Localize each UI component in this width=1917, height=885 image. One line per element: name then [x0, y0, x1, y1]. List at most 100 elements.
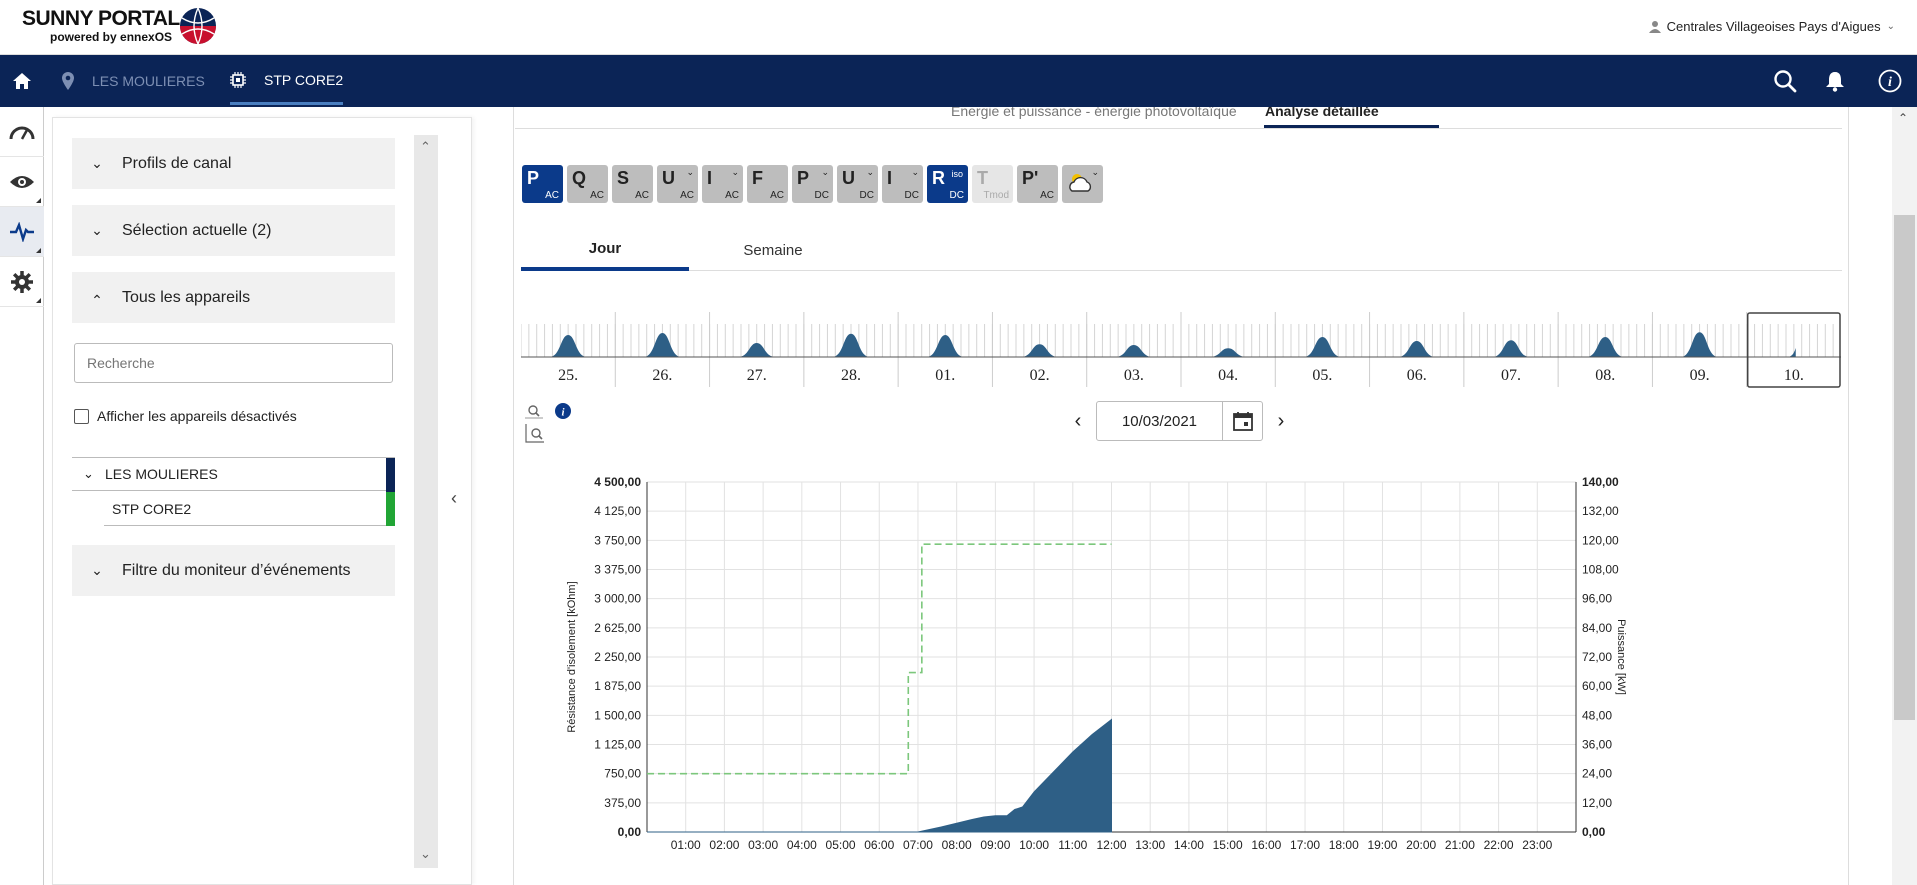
y-left-tick-label: 1 875,00	[594, 679, 641, 693]
nav-home[interactable]	[12, 55, 32, 107]
channel-button[interactable]: P DC ⌄	[792, 165, 833, 203]
calendar-button[interactable]	[1222, 402, 1262, 440]
submenu-corner-icon	[36, 298, 41, 303]
chevron-down-icon[interactable]: ⌄	[72, 466, 105, 482]
checkbox-label: Afficher les appareils désactivés	[97, 408, 297, 424]
main-chart[interactable]: 0,00 0,00 375,00 12,00 750,00 24,00 1 125,00 36…	[535, 462, 1835, 882]
info-icon[interactable]: i	[555, 403, 571, 419]
overview-day-label[interactable]: 04.	[1218, 367, 1238, 384]
overview-day-label[interactable]: 03.	[1124, 367, 1144, 384]
overview-day-label[interactable]: 05.	[1312, 367, 1332, 384]
zoom-icon[interactable]	[525, 405, 543, 419]
channel-button[interactable]: R DC iso	[927, 165, 968, 203]
channel-button[interactable]: P' AC	[1017, 165, 1058, 203]
channel-button[interactable]: T Tmod	[972, 165, 1013, 203]
accordion-event-filter[interactable]: ⌄ Filtre du moniteur d’événements	[72, 545, 395, 596]
scrollbar-thumb[interactable]	[1894, 215, 1915, 720]
checkbox-box[interactable]	[74, 408, 89, 424]
overview-day-label[interactable]: 26.	[652, 367, 672, 384]
channel-sublabel: AC	[545, 190, 559, 201]
next-day-button[interactable]: ›	[1273, 410, 1289, 433]
y-left-tick-label: 750,00	[604, 767, 641, 781]
tree-item-device[interactable]: STP CORE2	[104, 492, 395, 526]
x-tick-label: 05:00	[826, 838, 856, 852]
submenu-corner-icon	[36, 198, 41, 203]
rail-dashboard[interactable]	[0, 107, 44, 157]
overview-day-label[interactable]: 27.	[747, 367, 767, 384]
x-tick-label: 07:00	[903, 838, 933, 852]
channel-button[interactable]: F AC	[747, 165, 788, 203]
channel-button[interactable]: I AC ⌄	[702, 165, 743, 203]
chevron-up-icon[interactable]: ⌃	[420, 139, 431, 155]
overview-day-label[interactable]: 07.	[1501, 367, 1521, 384]
overview-day-label[interactable]: 28.	[841, 367, 861, 384]
nav-plant-label: LES MOULIERES	[92, 73, 205, 89]
tab-week[interactable]: Semaine	[689, 229, 857, 271]
chevron-down-icon[interactable]: ⌄	[420, 846, 431, 862]
info-button[interactable]: i	[1878, 55, 1902, 107]
panel-scrollbar[interactable]: ⌃ ⌄	[414, 135, 438, 868]
overview-day-curve	[1586, 337, 1625, 357]
overview-day-curve	[1209, 348, 1247, 357]
accordion-all-devices[interactable]: ⌃ Tous les appareils	[72, 272, 395, 323]
channel-sublabel: AC	[680, 190, 694, 201]
channel-button[interactable]: I DC ⌄	[882, 165, 923, 203]
chevron-down-icon[interactable]: ⌄	[866, 167, 874, 178]
chevron-down-icon[interactable]: ⌄	[686, 167, 694, 178]
collapse-panel-button[interactable]: ‹	[451, 488, 457, 509]
tab-energy-power[interactable]: Énergie et puissance - énergie photovolt…	[951, 107, 1237, 119]
chevron-up-icon[interactable]: ⌃	[1898, 111, 1908, 125]
logo[interactable]: SUNNY PORTAL powered by ennexOS	[22, 8, 216, 45]
zoom-reset-icon[interactable]	[525, 424, 544, 443]
tab-day[interactable]: Jour	[521, 229, 689, 271]
overview-day-label[interactable]: 09.	[1690, 367, 1710, 384]
tree-item-plant[interactable]: ⌄ LES MOULIERES	[72, 457, 395, 492]
tab-detailed-analysis[interactable]: Analyse détaillée	[1265, 107, 1379, 119]
analysis-main: Énergie et puissance - énergie photovolt…	[515, 107, 1845, 885]
y-left-tick-label: 1 500,00	[594, 708, 641, 722]
device-search-input[interactable]	[74, 343, 393, 383]
overview-timeline[interactable]: 25. 26. 27. 28. 01. 02. 03. 04. 05. 06. 07. 08. 09. 1…	[521, 312, 1841, 392]
previous-day-button[interactable]: ‹	[1070, 410, 1086, 433]
accordion-channel-profiles[interactable]: ⌄ Profils de canal	[72, 138, 395, 189]
overview-day-label[interactable]: 08.	[1595, 367, 1615, 384]
channel-button[interactable]: S AC	[612, 165, 653, 203]
search-button[interactable]	[1773, 55, 1797, 107]
rail-analysis[interactable]	[0, 207, 44, 257]
accordion-current-selection[interactable]: ⌄ Sélection actuelle (2)	[72, 205, 395, 256]
rail-monitoring[interactable]	[0, 157, 44, 207]
y-left-tick-label: 375,00	[604, 796, 641, 810]
overview-day-label[interactable]: 02.	[1030, 367, 1050, 384]
calendar-icon	[1232, 412, 1253, 431]
notifications-button[interactable]	[1825, 55, 1845, 107]
channel-sublabel: AC	[770, 190, 784, 201]
channel-label: U	[842, 168, 855, 188]
y-right-tick-label: 12,00	[1582, 796, 1612, 810]
user-menu[interactable]: Centrales Villageoises Pays d'Aigues ⌄	[1648, 19, 1895, 34]
nav-plant[interactable]: LES MOULIERES	[62, 55, 205, 107]
rail-settings[interactable]	[0, 257, 44, 307]
overview-day-curve	[1020, 344, 1059, 357]
location-pin-icon	[62, 72, 74, 90]
x-tick-label: 16:00	[1251, 838, 1281, 852]
chevron-down-icon[interactable]: ⌄	[821, 167, 829, 178]
overview-day-label[interactable]: 10.	[1784, 367, 1804, 384]
chevron-down-icon[interactable]: ⌄	[1091, 167, 1099, 178]
chevron-up-icon: ⌃	[91, 292, 103, 308]
channel-button[interactable]: U DC ⌄	[837, 165, 878, 203]
chevron-down-icon[interactable]: ⌄	[731, 167, 739, 178]
channel-button[interactable]: U AC ⌄	[657, 165, 698, 203]
home-icon	[13, 73, 31, 89]
page-scrollbar[interactable]: ⌃	[1892, 107, 1917, 885]
overview-day-label[interactable]: 25.	[558, 367, 578, 384]
channel-button[interactable]: P AC	[522, 165, 563, 203]
overview-day-label[interactable]: 06.	[1407, 367, 1427, 384]
channel-button[interactable]: ⌄	[1062, 165, 1103, 203]
nav-device[interactable]: STP CORE2	[230, 58, 344, 105]
y-right-tick-label: 0,00	[1582, 825, 1606, 839]
channel-button[interactable]: Q AC	[567, 165, 608, 203]
overview-day-label[interactable]: 01.	[935, 367, 955, 384]
show-disabled-checkbox[interactable]: Afficher les appareils désactivés	[74, 408, 297, 424]
chevron-down-icon[interactable]: ⌄	[911, 167, 919, 178]
date-picker[interactable]: 10/03/2021	[1096, 401, 1263, 441]
